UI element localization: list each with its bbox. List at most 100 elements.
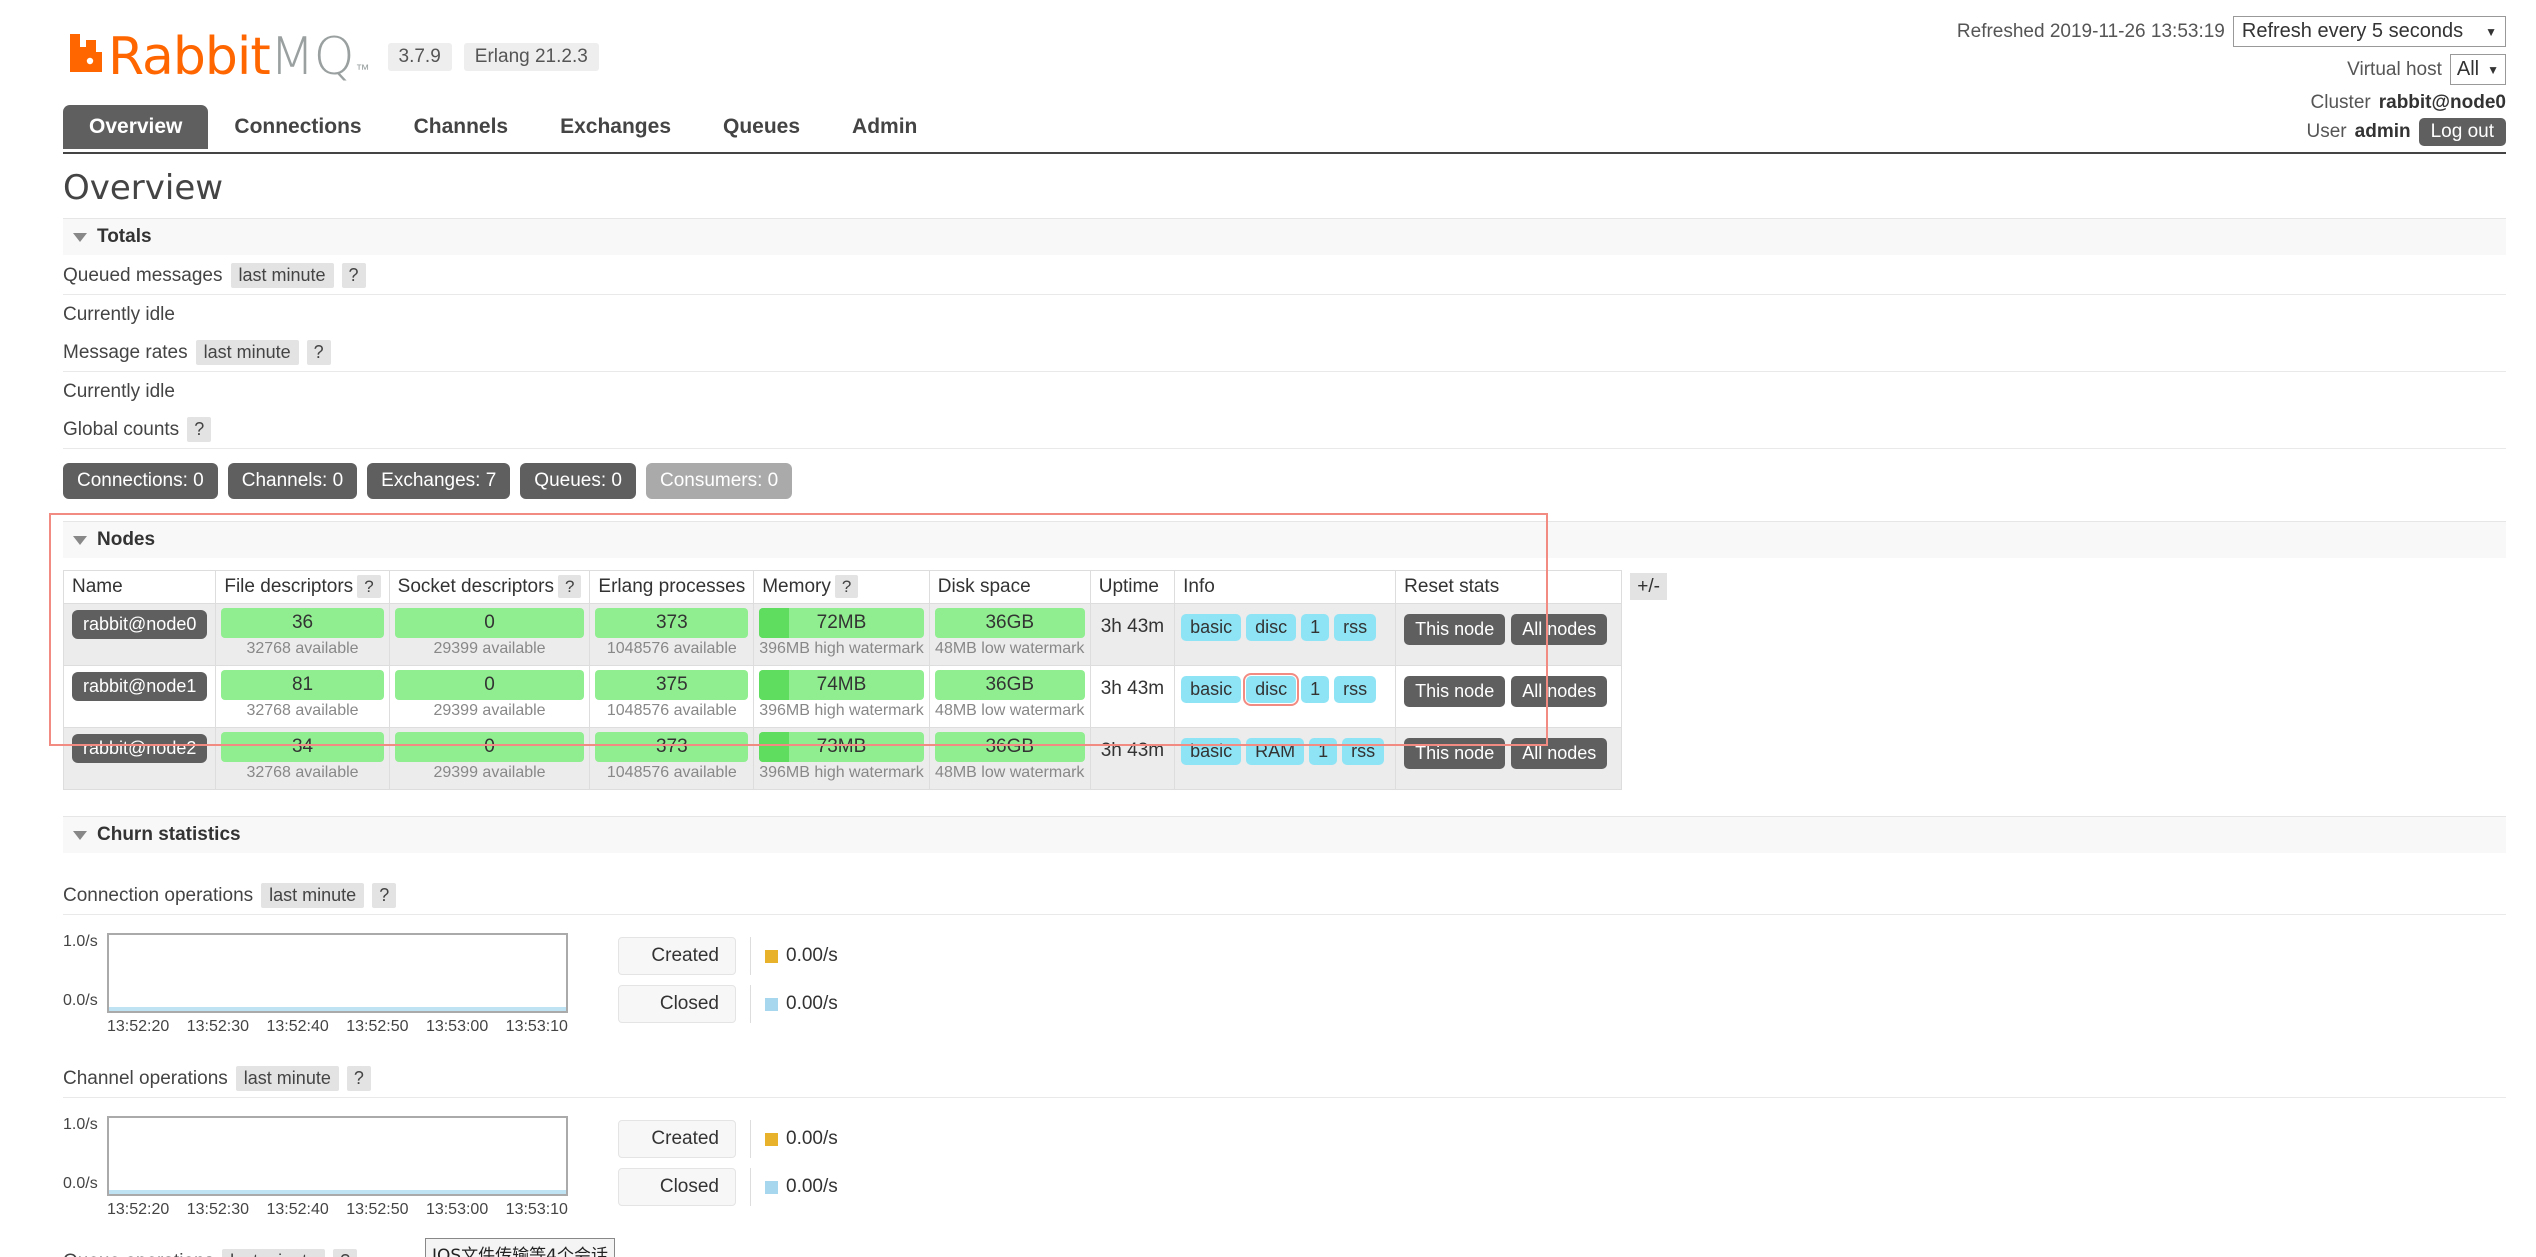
reset-this-node-button[interactable]: This node <box>1404 738 1506 769</box>
table-row: rabbit@node0 36 32768 available 0 29399 avai… <box>62 603 1676 666</box>
help-icon[interactable]: ? <box>357 575 381 598</box>
help-icon[interactable]: ? <box>306 340 331 365</box>
help-icon[interactable]: ? <box>341 263 366 288</box>
info-badge-rss[interactable]: rss <box>1334 676 1377 703</box>
x-tick-label: 13:53:10 <box>505 1018 568 1035</box>
section-header-nodes[interactable]: Nodes <box>63 521 2506 558</box>
legend-toggle-created[interactable]: Created <box>618 1120 736 1158</box>
main-navigation-tabs: Overview Connections Channels Exchanges Queu… <box>63 105 2506 149</box>
legend-toggle-created[interactable]: Created <box>618 937 736 975</box>
section-header-totals[interactable]: Totals <box>63 218 2506 255</box>
tab-connections[interactable]: Connections <box>208 105 387 149</box>
x-axis-ticks-0: 13:52:20 13:52:30 13:52:40 13:52:50 13:53:00… <box>107 1013 568 1036</box>
reset-all-nodes-button[interactable]: All nodes <box>1511 738 1608 769</box>
reset-this-node-button[interactable]: This node <box>1404 614 1506 645</box>
col-disk-space: Disk space <box>928 570 1091 604</box>
refreshed-timestamp: Refreshed 2019-11-26 13:53:19 <box>1956 20 2225 42</box>
count-button-0[interactable]: Connections: 0 <box>63 463 218 499</box>
vhost-select[interactable]: All ▼ <box>2449 54 2506 85</box>
info-badge-disc[interactable]: disc <box>1246 614 1297 641</box>
churn-label-row-0: Connection operations last minute? <box>63 875 2506 915</box>
reset-all-nodes-button[interactable]: All nodes <box>1511 614 1608 645</box>
socket-descriptors-value: 0 <box>484 674 495 695</box>
expand-collapse-columns-button[interactable]: +/- <box>1630 573 1667 600</box>
erlang-processes-cell: 373 1048576 available <box>589 603 755 666</box>
section-label-churn: Churn statistics <box>97 824 241 845</box>
info-badge-1[interactable]: 1 <box>1301 614 1330 641</box>
table-row: rabbit@node2 34 32768 available 0 29399 avai… <box>62 727 1676 790</box>
global-counts-buttons: Connections: 0 Channels: 0 Exchanges: 7 Que… <box>63 449 2506 505</box>
reset-all-nodes-button[interactable]: All nodes <box>1511 676 1608 707</box>
chart-row-1: 1.0/s 0.0/s 13:52:20 13:52:30 13:52:40 13:52:… <box>63 1098 2506 1219</box>
legend-row-0: Created 0.00/s <box>618 1120 838 1158</box>
tab-admin[interactable]: Admin <box>826 105 943 149</box>
churn-period-chip-1[interactable]: last minute <box>235 1066 339 1091</box>
socket-descriptors-cell: 0 29399 available <box>388 665 591 728</box>
brand-logo[interactable]: Rabbit MQ ™ 3.7.9 Erlang 21.2.3 <box>68 30 599 83</box>
info-badge-basic[interactable]: basic <box>1181 614 1242 641</box>
info-badge-rss[interactable]: rss <box>1334 614 1377 641</box>
file-descriptors-subtext: 32768 available <box>246 764 359 781</box>
node-name-link[interactable]: rabbit@node1 <box>72 672 208 701</box>
churn-period-chip-0[interactable]: last minute <box>261 883 365 908</box>
help-icon[interactable]: ? <box>372 883 397 908</box>
churn-label-1: Channel operations <box>63 1067 228 1089</box>
tab-exchanges[interactable]: Exchanges <box>534 105 697 149</box>
help-icon[interactable]: ? <box>333 1249 358 1257</box>
churn-label-0: Connection operations <box>63 884 254 906</box>
nodes-section: Nodes Name File descriptors? Socket desc… <box>49 513 2506 790</box>
chart-legend-0: Created 0.00/s Closed 0.00/s <box>618 933 838 1023</box>
erlang-processes-cell: 375 1048576 available <box>589 665 755 728</box>
churn-chart-blocks: Connection operations last minute? 1.0/s 0.… <box>63 875 2506 1257</box>
erlang-processes-bar: 373 <box>595 608 749 638</box>
legend-row-1: Closed 0.00/s <box>618 1168 838 1206</box>
node-name-link[interactable]: rabbit@node2 <box>72 734 208 763</box>
help-icon[interactable]: ? <box>187 417 212 442</box>
node-name-link[interactable]: rabbit@node0 <box>72 610 208 639</box>
help-icon[interactable]: ? <box>834 575 859 598</box>
col-file-descriptors: File descriptors? <box>215 570 390 604</box>
info-cell: basic disc 1 rss <box>1174 665 1397 728</box>
info-badge-rss[interactable]: rss <box>1342 738 1385 765</box>
file-descriptors-bar: 81 <box>221 670 384 700</box>
refresh-interval-select[interactable]: Refresh every 5 seconds ▼ <box>2232 16 2506 47</box>
tab-overview[interactable]: Overview <box>63 105 209 149</box>
count-button-4[interactable]: Consumers: 0 <box>645 463 793 499</box>
count-button-3[interactable]: Queues: 0 <box>520 463 636 499</box>
plot-area-0 <box>107 933 568 1013</box>
info-badge-ram[interactable]: RAM <box>1246 738 1305 765</box>
tab-channels[interactable]: Channels <box>388 105 535 149</box>
info-badge-basic[interactable]: basic <box>1181 738 1242 765</box>
spacer-cell <box>1622 604 1676 666</box>
churn-label-row-1: Channel operations last minute? <box>63 1058 2506 1098</box>
memory-bar-fill <box>759 732 789 762</box>
count-button-1[interactable]: Channels: 0 <box>227 463 358 499</box>
section-header-churn[interactable]: Churn statistics <box>63 816 2506 853</box>
message-rates-row: Message rates last minute ? <box>63 332 2506 372</box>
legend-rate-value: 0.00/s <box>786 1176 838 1197</box>
queued-messages-label: Queued messages <box>63 264 223 286</box>
tab-queues[interactable]: Queues <box>697 105 826 149</box>
message-rates-idle-text: Currently idle <box>63 381 175 402</box>
help-icon[interactable]: ? <box>346 1066 371 1091</box>
info-badge-basic[interactable]: basic <box>1181 676 1242 703</box>
uptime-cell: 3h 43m <box>1089 665 1176 728</box>
memory-bar-fill <box>759 670 789 700</box>
erlang-processes-cell: 373 1048576 available <box>589 727 755 790</box>
message-rates-period-chip[interactable]: last minute <box>195 340 299 365</box>
memory-bar: 72MB <box>759 608 924 638</box>
queued-messages-period-chip[interactable]: last minute <box>230 263 334 288</box>
info-badge-1[interactable]: 1 <box>1309 738 1338 765</box>
count-button-2[interactable]: Exchanges: 7 <box>367 463 511 499</box>
legend-toggle-closed[interactable]: Closed <box>618 1168 736 1206</box>
churn-label-2: Queue operations <box>63 1251 214 1257</box>
x-tick-label: 13:53:00 <box>425 1201 489 1218</box>
reset-this-node-button[interactable]: This node <box>1404 676 1506 707</box>
legend-toggle-closed[interactable]: Closed <box>618 985 736 1023</box>
info-badge-1[interactable]: 1 <box>1301 676 1330 703</box>
reset-stats-cell: This node All nodes <box>1395 603 1623 666</box>
help-icon[interactable]: ? <box>557 575 582 598</box>
disk-space-value: 36GB <box>985 736 1035 757</box>
churn-period-chip-2[interactable]: last minute <box>222 1249 326 1257</box>
info-badge-disc[interactable]: disc <box>1243 673 1300 706</box>
